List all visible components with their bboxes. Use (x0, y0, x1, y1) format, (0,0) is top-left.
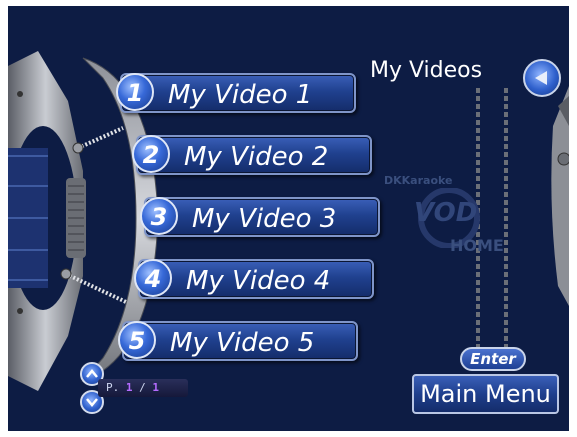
enter-hint-badge: Enter (460, 347, 526, 371)
menu-item-video-4[interactable]: 4 My Video 4 (134, 259, 374, 299)
page-total: 1 (152, 381, 159, 394)
item-number-badge: 2 (132, 135, 170, 173)
main-menu-button[interactable]: Main Menu (412, 374, 559, 414)
stage: DKKaraoke VOD HOME My Videos 1 My Video … (0, 0, 577, 437)
page-prefix: P. (106, 381, 120, 394)
menu-item-video-3[interactable]: 3 My Video 3 (140, 197, 380, 237)
logo-big-text: VOD (414, 198, 478, 228)
page-current: 1 (125, 381, 133, 394)
item-number-badge: 1 (116, 73, 154, 111)
page-separator: / (139, 381, 146, 394)
logo-sub-text: HOME (450, 236, 504, 255)
menu-item-video-5[interactable]: 5 My Video 5 (118, 321, 358, 361)
menu-item-label: My Video 5 (170, 328, 315, 358)
watermark-logo: DKKaraoke VOD HOME (384, 174, 534, 264)
page-indicator: P. 1 / 1 (98, 379, 188, 397)
item-number-badge: 5 (118, 321, 156, 359)
item-number-badge: 3 (140, 197, 178, 235)
video-menu-screen: DKKaraoke VOD HOME My Videos 1 My Video … (8, 6, 569, 431)
menu-item-label: My Video 3 (192, 204, 337, 234)
menu-item-label: My Video 1 (168, 80, 313, 110)
menu-item-video-2[interactable]: 2 My Video 2 (132, 135, 372, 175)
menu-item-label: My Video 2 (184, 142, 329, 172)
menu-item-label: My Video 4 (186, 266, 331, 296)
page-title: My Videos (370, 58, 483, 83)
back-button[interactable] (523, 59, 561, 97)
item-number-badge: 4 (134, 259, 172, 297)
mechanical-frame-right (551, 86, 569, 306)
logo-small-text: DKKaraoke (384, 174, 453, 187)
back-arrow-icon (535, 71, 547, 85)
menu-item-video-1[interactable]: 1 My Video 1 (116, 73, 356, 113)
